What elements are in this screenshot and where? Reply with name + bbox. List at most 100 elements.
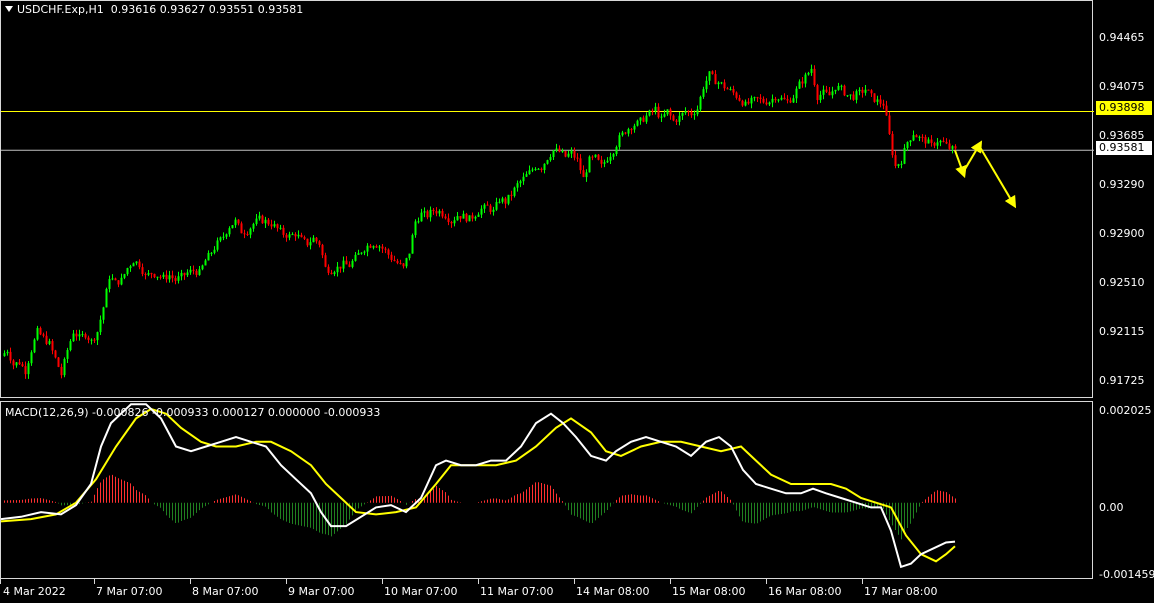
price-chart-pane[interactable]: USDCHF.Exp,H1 0.93616 0.93627 0.93551 0.… <box>0 0 1094 399</box>
bull-candle <box>420 212 423 222</box>
bear-candle <box>579 158 582 171</box>
bull-candle <box>897 164 900 166</box>
bull-candle <box>219 237 222 241</box>
bull-candle <box>570 150 573 154</box>
bull-candle <box>213 249 216 253</box>
bull-candle <box>927 139 930 144</box>
bull-candle <box>804 74 807 84</box>
bull-candle <box>129 266 132 269</box>
bull-candle <box>147 273 150 275</box>
bull-candle <box>780 97 783 100</box>
bull-candle <box>684 111 687 113</box>
bull-candle <box>273 224 276 227</box>
bull-candle <box>648 110 651 116</box>
bull-candle <box>831 91 834 96</box>
bull-candle <box>81 334 84 336</box>
bull-candle <box>645 115 648 122</box>
bull-candle <box>180 272 183 277</box>
bull-candle <box>162 274 165 277</box>
bear-candle <box>21 364 24 367</box>
bull-candle <box>105 288 108 308</box>
bull-candle <box>123 274 126 278</box>
bear-candle <box>114 278 117 281</box>
bull-candle <box>633 125 636 130</box>
bull-candle <box>654 106 657 112</box>
bear-candle <box>444 216 447 219</box>
bull-candle <box>519 181 522 184</box>
bull-candle <box>453 220 456 224</box>
time-label: 8 Mar 07:00 <box>192 585 259 598</box>
bear-candle <box>84 334 87 338</box>
bull-candle <box>228 228 231 235</box>
bear-candle <box>825 89 828 92</box>
bull-candle <box>336 266 339 273</box>
bear-candle <box>57 357 60 367</box>
bear-candle <box>888 115 891 134</box>
bear-candle <box>192 269 195 271</box>
price-chart-canvas[interactable] <box>1 1 1094 399</box>
bull-candle <box>819 94 822 101</box>
bear-candle <box>675 120 678 122</box>
bear-candle <box>195 270 198 275</box>
bear-candle <box>243 233 246 235</box>
bear-candle <box>144 274 147 276</box>
bull-candle <box>264 219 267 224</box>
bull-candle <box>222 236 225 238</box>
bear-candle <box>330 272 333 275</box>
macd-indicator-pane[interactable]: MACD(12,26,9) -0.000826 -0.000933 0.0001… <box>0 401 1093 579</box>
bear-candle <box>801 81 804 84</box>
bear-candle <box>873 93 876 102</box>
bull-candle <box>468 215 471 222</box>
bull-candle <box>840 85 843 87</box>
bear-candle <box>741 100 744 106</box>
price-axis[interactable]: 0.94465 0.94075 0.93685 0.93290 0.92900 … <box>1093 0 1154 603</box>
bid-price-tag: 0.93581 <box>1096 141 1152 155</box>
macd-canvas[interactable] <box>1 402 1094 580</box>
projection-arrow <box>978 144 1017 209</box>
bull-candle <box>795 88 798 99</box>
bear-candle <box>42 334 45 336</box>
bull-candle <box>234 219 237 226</box>
bull-candle <box>126 268 129 275</box>
bull-candle <box>705 80 708 90</box>
bull-candle <box>378 246 381 248</box>
time-tick-mark <box>574 579 575 584</box>
bull-candle <box>525 174 528 177</box>
bear-candle <box>948 143 951 149</box>
bull-candle <box>3 353 6 357</box>
bull-candle <box>516 183 519 188</box>
bull-candle <box>495 202 498 210</box>
bear-candle <box>306 238 309 246</box>
time-label: 16 Mar 08:00 <box>768 585 842 598</box>
bull-candle <box>201 265 204 270</box>
bull-candle <box>627 129 630 134</box>
bear-candle <box>426 211 429 218</box>
bull-candle <box>480 208 483 215</box>
bear-candle <box>651 110 654 112</box>
bull-candle <box>498 201 501 203</box>
triangle-down-icon[interactable] <box>5 6 13 12</box>
bear-candle <box>690 111 693 116</box>
bear-candle <box>318 241 321 245</box>
time-tick-mark <box>286 579 287 584</box>
bear-candle <box>300 234 303 238</box>
bull-candle <box>621 132 624 136</box>
bear-candle <box>687 111 690 113</box>
bear-candle <box>9 351 12 361</box>
bull-candle <box>33 339 36 353</box>
bull-candle <box>90 339 93 341</box>
bull-candle <box>72 333 75 342</box>
bear-candle <box>747 101 750 104</box>
bear-candle <box>390 254 393 260</box>
bull-candle <box>297 234 300 237</box>
bear-candle <box>765 102 768 105</box>
price-tick: 0.93290 <box>1099 178 1145 191</box>
bull-candle <box>30 352 33 364</box>
bull-candle <box>750 97 753 104</box>
bull-candle <box>660 116 663 118</box>
bear-candle <box>732 89 735 93</box>
time-label: 15 Mar 08:00 <box>672 585 746 598</box>
symbol-label: USDCHF.Exp,H1 <box>17 3 104 16</box>
bear-candle <box>624 132 627 134</box>
bull-candle <box>909 140 912 143</box>
